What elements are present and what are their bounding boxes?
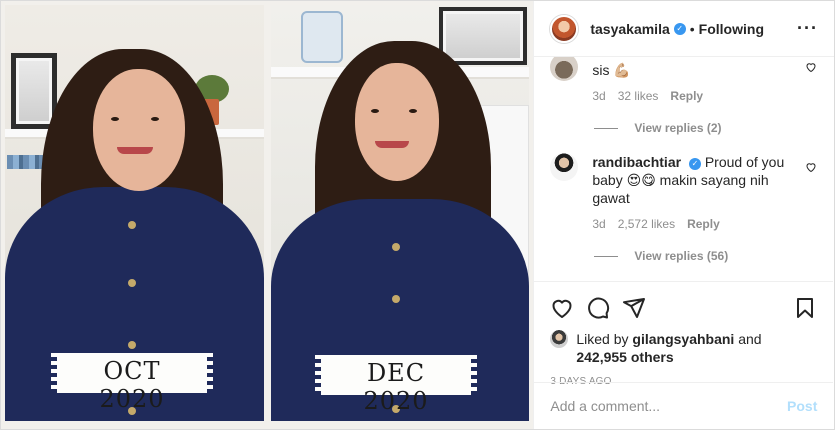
instagram-post: OCT 2020 DEC 2020 tasyakamila ✓ • Follow… <box>0 0 835 430</box>
comment-age[interactable]: 3d <box>592 215 605 233</box>
verified-badge-icon: ✓ <box>673 22 686 35</box>
commenter-username[interactable]: randibachtiar <box>592 154 681 170</box>
eye <box>151 117 159 121</box>
comments-list[interactable]: sis 💪🏼 3d 32 likes Reply View replies (2… <box>534 57 833 280</box>
replies-divider-line <box>594 255 619 257</box>
comment-content: randibachtiar ✓ Proud of you baby 😍😋 mak… <box>592 153 793 207</box>
comment-icon[interactable] <box>586 296 610 320</box>
eye <box>371 109 379 113</box>
view-replies-button[interactable]: View replies (2) <box>594 121 817 135</box>
liker-avatar[interactable] <box>550 330 569 348</box>
comment-like-heart-icon[interactable] <box>805 61 817 73</box>
eye <box>111 117 119 121</box>
comment-input[interactable] <box>550 398 788 414</box>
picture-frame <box>11 53 57 129</box>
mouth <box>375 141 409 148</box>
author-avatar[interactable] <box>550 14 579 43</box>
view-replies-label: View replies (56) <box>634 249 729 263</box>
comment-like-heart-icon[interactable] <box>805 161 817 173</box>
mouth <box>117 147 153 154</box>
replies-divider-line <box>594 127 619 129</box>
verified-badge-icon: ✓ <box>688 158 701 170</box>
likes-summary: Liked by gilangsyahbani and 242,955 othe… <box>550 330 817 366</box>
liked-by-user[interactable]: gilangsyahbani <box>632 331 734 347</box>
reply-button[interactable]: Reply <box>670 87 703 105</box>
photo-before: OCT 2020 <box>5 5 264 421</box>
comment-text: sis 💪🏼 <box>592 62 631 78</box>
separator-dot: • <box>689 20 695 37</box>
commenter-avatar[interactable] <box>550 153 579 181</box>
heart-icon[interactable] <box>550 296 574 320</box>
commenter-avatar[interactable] <box>550 57 579 81</box>
share-icon[interactable] <box>622 296 646 320</box>
shirt-button <box>128 221 136 229</box>
add-comment-bar: Post <box>534 382 834 429</box>
post-comment-button[interactable]: Post <box>787 398 817 414</box>
shirt-button <box>128 279 136 287</box>
more-horizontal-icon[interactable]: ··· <box>797 18 818 39</box>
post-media[interactable]: OCT 2020 DEC 2020 <box>1 1 534 429</box>
face <box>93 69 185 191</box>
post-sidebar: tasyakamila ✓ • Following ··· sis 💪🏼 3d … <box>533 1 834 429</box>
bookmark-icon[interactable] <box>793 296 817 320</box>
following-button[interactable]: Following <box>699 21 764 37</box>
photo-after: DEC 2020 <box>271 5 529 421</box>
shirt-button <box>392 295 400 303</box>
likes-count[interactable]: 242,955 others <box>576 349 673 365</box>
date-label-after: DEC 2020 <box>315 355 477 415</box>
comment: randibachtiar ✓ Proud of you baby 😍😋 mak… <box>550 153 817 233</box>
view-replies-label: View replies (2) <box>634 121 722 135</box>
comment-likes[interactable]: 2,572 likes <box>618 215 675 233</box>
post-actions: Liked by gilangsyahbani and 242,955 othe… <box>534 281 834 387</box>
post-header: tasyakamila ✓ • Following ··· <box>534 1 834 57</box>
date-label-before: OCT 2020 <box>51 353 213 413</box>
comment: sis 💪🏼 3d 32 likes Reply <box>550 57 817 105</box>
comment-age[interactable]: 3d <box>592 87 605 105</box>
view-replies-button[interactable]: View replies (56) <box>594 249 817 263</box>
shirt-button <box>392 243 400 251</box>
shirt-button <box>128 341 136 349</box>
reply-button[interactable]: Reply <box>687 215 720 233</box>
eye <box>409 109 417 113</box>
author-username[interactable]: tasyakamila <box>590 21 669 37</box>
baby-bottle <box>301 11 343 63</box>
liked-by-prefix: Liked by <box>576 331 633 347</box>
face <box>355 63 439 181</box>
liked-by-and: and <box>734 331 762 347</box>
comment-likes[interactable]: 32 likes <box>618 87 659 105</box>
picture-frame <box>439 7 527 65</box>
